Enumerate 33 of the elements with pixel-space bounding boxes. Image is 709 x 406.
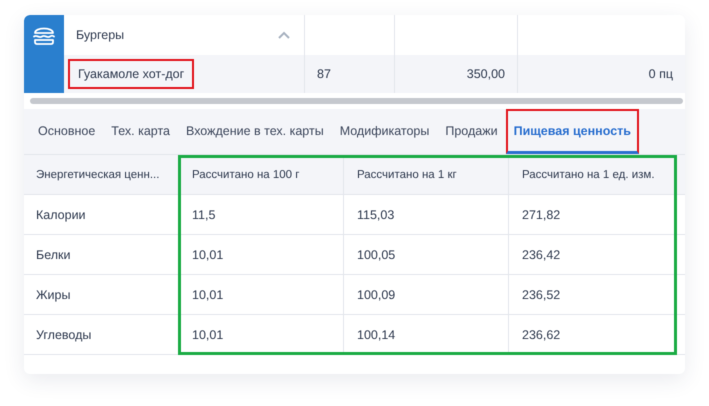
tab[interactable]: Основное xyxy=(30,109,104,154)
table-cell: Белки xyxy=(36,248,70,262)
chevron-icon[interactable] xyxy=(278,31,290,39)
tab[interactable]: Продажи xyxy=(437,109,506,154)
tab[interactable]: Модификаторы xyxy=(332,109,438,154)
table-cell: 11,5 xyxy=(192,208,216,222)
column-header: Рассчитано на 1 кг xyxy=(357,168,457,180)
column-header: Рассчитано на 1 ед. изм. xyxy=(522,168,655,180)
category-name[interactable]: Бургеры xyxy=(76,28,124,42)
tab[interactable]: Вхождение в тех. карты xyxy=(178,109,332,154)
table-cell: Жиры xyxy=(36,288,70,302)
table-cell: 100,14 xyxy=(357,328,396,342)
table-cell: 87 xyxy=(317,67,331,81)
tab[interactable]: Тех. карта xyxy=(103,109,178,154)
scrollbar-thumb[interactable] xyxy=(30,98,683,104)
product-name[interactable]: Гуакамоле хот-дог xyxy=(68,59,194,89)
table-cell: 271,82 xyxy=(522,208,560,222)
table-cell: 10,01 xyxy=(192,288,224,302)
table-cell: 236,42 xyxy=(522,248,560,262)
table-cell: 10,01 xyxy=(192,328,224,342)
table-cell: 100,09 xyxy=(357,288,396,302)
table-cell: 100,05 xyxy=(357,248,396,262)
column-header: Рассчитано на 100 г xyxy=(192,168,300,180)
table-cell: Калории xyxy=(36,208,86,222)
table-cell: 350,00 xyxy=(466,67,505,81)
column-header: Энергетическая ценн... xyxy=(36,168,160,180)
table-cell: 10,01 xyxy=(192,248,224,262)
table-cell: 236,52 xyxy=(522,288,560,302)
tab[interactable]: Пищевая ценность xyxy=(506,109,639,154)
table-cell: 236,62 xyxy=(522,328,560,342)
table-cell: Углеводы xyxy=(36,328,92,342)
table-cell: 0 пц xyxy=(648,67,673,81)
table-cell: 115,03 xyxy=(357,208,394,222)
